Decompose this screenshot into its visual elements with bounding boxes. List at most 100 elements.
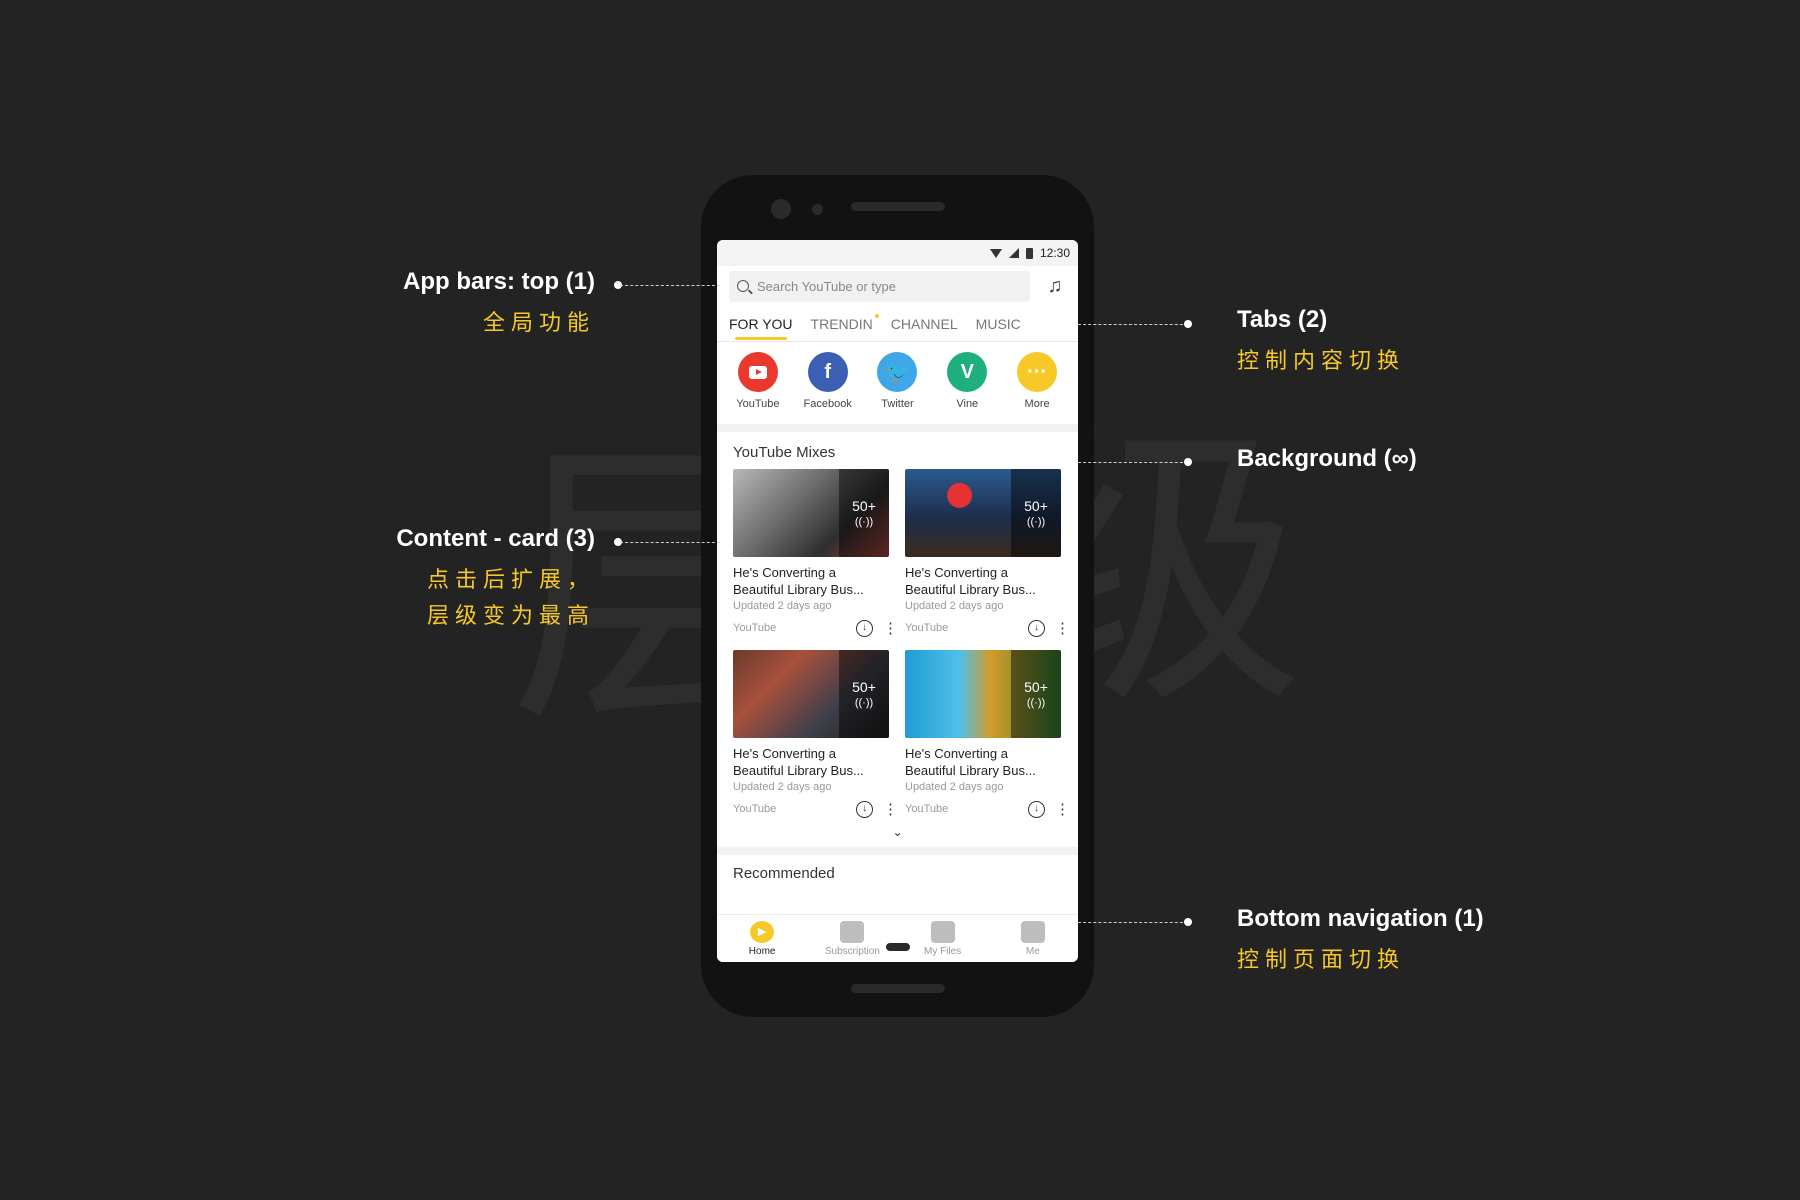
tab-trendin[interactable]: TRENDIN — [810, 306, 879, 342]
shortcut-facebook[interactable]: f Facebook — [800, 352, 856, 410]
shortcut-label: More — [1024, 398, 1050, 410]
shortcut-more[interactable]: ··· More — [1009, 352, 1065, 410]
my-files-icon — [930, 920, 955, 943]
section-title-youtube-mixes: YouTube Mixes — [733, 444, 836, 461]
video-count: 50+ — [1024, 679, 1048, 695]
nav-me[interactable]: Me — [998, 920, 1068, 957]
broadcast-icon: ((·)) — [1026, 516, 1046, 528]
tab-label: TRENDIN — [810, 315, 873, 332]
thumbnail-overlay: 50+ ((·)) — [1011, 469, 1061, 557]
card-updated: Updated 2 days ago — [905, 600, 1004, 612]
card-updated: Updated 2 days ago — [733, 781, 832, 793]
bottom-speaker — [851, 984, 945, 993]
nav-my-files[interactable]: My Files — [908, 920, 978, 957]
annotation-background-label: Background (∞) — [1237, 445, 1417, 472]
more-vert-icon[interactable]: ⋮ — [1055, 802, 1070, 817]
thumbnail-overlay: 50+ ((·)) — [839, 650, 889, 738]
card-actions: ↓ ⋮ — [1028, 800, 1070, 818]
tab-label: CHANNEL — [890, 315, 958, 332]
tab-music[interactable]: MUSIC — [976, 306, 1021, 342]
bottom-navigation: ▶ Home Subscription My Files Me — [717, 914, 1078, 962]
more-icon: ··· — [1017, 352, 1058, 392]
thumbnail-overlay: 50+ ((·)) — [839, 469, 889, 557]
search-placeholder: Search YouTube or type — [757, 278, 897, 294]
tab-channel[interactable]: CHANNEL — [891, 306, 958, 342]
annotation-leader — [620, 285, 720, 286]
cellular-signal-icon — [1008, 248, 1019, 258]
annotation-leader — [1078, 324, 1188, 325]
nav-subscription[interactable]: Subscription — [817, 920, 887, 957]
status-bar: 12:30 — [717, 240, 1078, 266]
card-actions: ↓ ⋮ — [856, 800, 898, 818]
wifi-icon — [989, 248, 1002, 258]
card-thumbnail[interactable]: 50+ ((·)) — [905, 650, 1061, 738]
annotation-content-card-sub1: 点击后扩展， — [426, 567, 595, 592]
music-note-icon[interactable]: ♫ — [1044, 275, 1066, 297]
section-divider — [717, 847, 1078, 855]
card-actions: ↓ ⋮ — [1028, 619, 1070, 637]
annotation-tabs-label: Tabs (2) — [1237, 306, 1328, 333]
card-thumbnail[interactable]: 50+ ((·)) — [733, 469, 889, 557]
download-icon[interactable]: ↓ — [856, 619, 873, 637]
annotation-content-card-label: Content - card (3) — [396, 525, 595, 552]
download-icon[interactable]: ↓ — [856, 800, 873, 818]
more-vert-icon[interactable]: ⋮ — [883, 802, 898, 817]
search-bar[interactable]: Search YouTube or type — [729, 270, 1030, 302]
facebook-icon: f — [807, 352, 848, 392]
search-icon — [737, 280, 749, 292]
home-icon: ▶ — [750, 920, 775, 943]
more-vert-icon[interactable]: ⋮ — [883, 621, 898, 636]
broadcast-icon: ((·)) — [1026, 697, 1046, 709]
card-source: YouTube — [733, 803, 777, 815]
video-count: 50+ — [852, 498, 876, 514]
phone-frame: 12:30 Search YouTube or type ♫ FOR YOU TR… — [701, 175, 1094, 1017]
download-icon[interactable]: ↓ — [1028, 619, 1045, 637]
annotation-leader — [620, 542, 720, 543]
tab-for-you[interactable]: FOR YOU — [729, 306, 793, 342]
earpiece-speaker — [851, 202, 945, 211]
card-title: He's Converting a Beautiful Library Bus.… — [733, 565, 864, 597]
proximity-sensor — [812, 204, 823, 215]
shortcut-youtube[interactable]: YouTube — [730, 352, 786, 410]
annotation-leader — [1078, 922, 1188, 923]
annotation-dot — [1184, 918, 1192, 926]
card-source: YouTube — [905, 803, 949, 815]
tab-bar: FOR YOU TRENDIN CHANNEL MUSIC — [717, 306, 1078, 342]
shortcut-vine[interactable]: V Vine — [939, 352, 995, 410]
content-card[interactable]: 50+ ((·)) He's Converting a Beautiful Libr… — [733, 469, 898, 638]
nav-home[interactable]: ▶ Home — [727, 920, 797, 957]
more-vert-icon[interactable]: ⋮ — [1055, 621, 1070, 636]
nav-label: Me — [1025, 945, 1040, 957]
content-card[interactable]: 50+ ((·)) He's Converting a Beautiful Libr… — [905, 469, 1070, 638]
broadcast-icon: ((·)) — [854, 516, 874, 528]
annotation-leader — [1078, 462, 1188, 463]
card-source: YouTube — [733, 622, 777, 634]
annotation-top-app-bar-sub: 全局功能 — [482, 310, 595, 335]
card-footer: YouTube ↓ ⋮ — [733, 618, 898, 638]
thumbnail-overlay: 50+ ((·)) — [1011, 650, 1061, 738]
nav-label: My Files — [924, 945, 962, 957]
section-title-recommended: Recommended — [733, 865, 835, 882]
content-card[interactable]: 50+ ((·)) He's Converting a Beautiful Libr… — [905, 650, 1070, 819]
twitter-icon: 🐦 — [877, 352, 918, 392]
top-app-bar: Search YouTube or type ♫ — [717, 266, 1078, 306]
card-grid: 50+ ((·)) He's Converting a Beautiful Libr… — [717, 469, 1078, 819]
new-indicator-dot — [874, 313, 879, 318]
phone-screen: 12:30 Search YouTube or type ♫ FOR YOU TR… — [717, 240, 1078, 962]
youtube-icon — [737, 352, 778, 392]
shortcut-label: Vine — [956, 398, 979, 410]
content-card[interactable]: 50+ ((·)) He's Converting a Beautiful Libr… — [733, 650, 898, 819]
broadcast-icon: ((·)) — [854, 697, 874, 709]
card-thumbnail[interactable]: 50+ ((·)) — [733, 650, 889, 738]
card-actions: ↓ ⋮ — [856, 619, 898, 637]
card-thumbnail[interactable]: 50+ ((·)) — [905, 469, 1061, 557]
battery-icon — [1025, 247, 1033, 259]
expand-chevron-icon[interactable]: ⌄ — [717, 819, 1078, 847]
nav-label: Home — [748, 945, 776, 957]
download-icon[interactable]: ↓ — [1028, 800, 1045, 818]
play-icon — [748, 365, 767, 379]
shortcut-row: YouTube f Facebook 🐦 Twitter V Vine ··· More — [717, 342, 1078, 432]
card-title: He's Converting a Beautiful Library Bus.… — [733, 746, 864, 778]
vine-icon: V — [947, 352, 988, 392]
shortcut-twitter[interactable]: 🐦 Twitter — [869, 352, 925, 410]
